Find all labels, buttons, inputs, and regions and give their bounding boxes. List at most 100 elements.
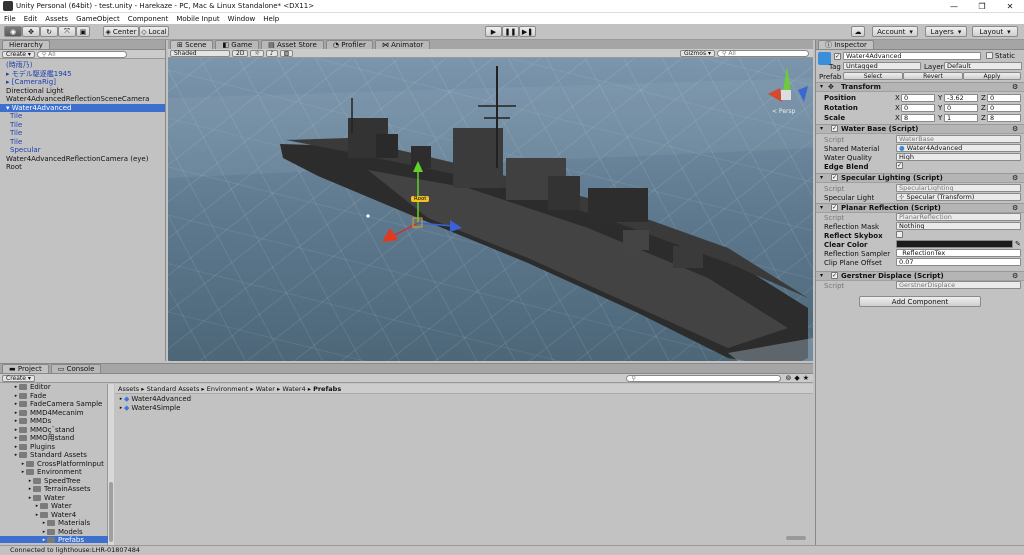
project-tree-item[interactable]: ▸ Water (0, 494, 108, 503)
gerstner-enabled-checkbox[interactable]: ✓ (831, 272, 838, 279)
pivot-local-button[interactable]: ◇ Local (139, 26, 169, 37)
rect-tool-button[interactable]: ▣ (76, 26, 90, 37)
component-gear-icon[interactable]: ⚙ (1012, 174, 1018, 182)
static-checkbox[interactable] (986, 52, 993, 59)
reflection-sampler-field[interactable]: _ReflectionTex (896, 249, 1021, 257)
breadcrumb-item[interactable]: Standard Assets (147, 385, 200, 393)
maximize-button[interactable]: ❐ (968, 2, 996, 11)
expand-arrow-icon[interactable]: ▾ (820, 174, 823, 181)
shading-dropdown[interactable]: Shaded (170, 49, 230, 57)
tab-project[interactable]: ▬ Project (2, 364, 49, 373)
transform-scl-field[interactable]: 8 (987, 114, 1021, 122)
clip-plane-field[interactable]: 0.07 (896, 258, 1021, 266)
hierarchy-item[interactable]: Tile (0, 129, 165, 138)
project-tree-item[interactable]: ▸ FadeCamera Sample (0, 400, 108, 409)
specular-header[interactable]: Specular Lighting (Script) (816, 173, 1024, 183)
hand-tool-button[interactable]: ◉ (4, 26, 22, 37)
menu-window[interactable]: Window (228, 15, 256, 23)
hierarchy-item[interactable]: Water4AdvancedReflectionCamera (eye) (0, 155, 165, 164)
hierarchy-item[interactable]: (時雨乃) (0, 61, 165, 70)
reflection-mask-dropdown[interactable]: Nothing (896, 222, 1021, 230)
breadcrumb-item[interactable]: Assets (118, 385, 139, 393)
project-tree-item[interactable]: ▸ CrossPlatformInput (0, 460, 108, 469)
component-gear-icon[interactable]: ⚙ (1012, 204, 1018, 212)
transform-pos-field[interactable]: -3.62 (944, 94, 978, 102)
asset-item[interactable]: ▸ ◆ Water4Advanced (118, 395, 191, 404)
expand-arrow-icon[interactable]: ▾ (820, 272, 823, 279)
breadcrumb-item[interactable]: Environment (207, 385, 249, 393)
hierarchy-create-button[interactable]: Create ▾ (2, 50, 35, 58)
effects-toggle[interactable]: ▨ (279, 49, 294, 57)
component-gear-icon[interactable]: ⚙ (1012, 272, 1018, 280)
shared-material-field[interactable]: ● Water4Advanced (896, 144, 1021, 152)
tab-animator[interactable]: ⋈ Animator (374, 40, 431, 49)
tab-hierarchy[interactable]: Hierarchy (2, 40, 50, 49)
transform-pos-field[interactable]: 0 (987, 94, 1021, 102)
project-create-button[interactable]: Create ▾ (2, 374, 35, 382)
tab-scene[interactable]: ⊞ Scene (170, 40, 214, 49)
prefab-apply-button[interactable]: Apply (963, 72, 1021, 80)
hierarchy-item-selected[interactable]: ▾ Water4Advanced (0, 103, 165, 112)
project-tree-item[interactable]: ▸ TerrainAssets (0, 485, 108, 494)
prefab-select-button[interactable]: Select (843, 72, 903, 80)
expand-arrow-icon[interactable]: ▾ (820, 83, 823, 90)
menu-assets[interactable]: Assets (45, 15, 68, 23)
hierarchy-item[interactable]: Tile (0, 112, 165, 121)
project-tree-item[interactable]: ▸ MMOç¨stand (0, 426, 108, 435)
clear-color-swatch[interactable] (896, 240, 1013, 248)
project-tree-item[interactable]: ▸ MMD4Mecanim (0, 409, 108, 418)
gerstner-header[interactable]: Gerstner Displace (Script) (816, 271, 1024, 281)
water-base-header[interactable]: Water Base (Script) (816, 124, 1024, 134)
step-button[interactable]: ▶❚ (519, 26, 536, 37)
project-search-input[interactable]: ⚲ (626, 374, 782, 382)
transform-rot-field[interactable]: 0 (987, 104, 1021, 112)
menu-gameobject[interactable]: GameObject (76, 15, 120, 23)
project-tree-item[interactable]: ▸ SpeedTree (0, 477, 108, 486)
expand-arrow-icon[interactable]: ▾ (820, 204, 823, 211)
project-tree-item[interactable]: ▸ Materials (0, 519, 108, 528)
favorite-icon[interactable]: ★ (803, 374, 809, 382)
project-tree-item[interactable]: ▸ MMO用stand (0, 434, 108, 443)
hierarchy-item[interactable]: Specular (0, 146, 165, 155)
layout-dropdown[interactable]: Layout ▾ (972, 26, 1018, 37)
breadcrumb-item[interactable]: Water4 (282, 385, 305, 393)
transform-rot-field[interactable]: 0 (944, 104, 978, 112)
layer-dropdown[interactable]: Default (944, 62, 1022, 70)
eyedropper-icon[interactable]: ✎ (1015, 240, 1021, 248)
project-tree-item[interactable]: ▸ Models (0, 528, 108, 537)
edge-blend-checkbox[interactable]: ✓ (896, 162, 903, 169)
mode-2d-button[interactable]: 2D (232, 49, 249, 57)
transform-header[interactable]: Transform (816, 82, 1024, 92)
water-base-script-field[interactable]: WaterBase (896, 135, 1021, 143)
tree-scrollbar-thumb[interactable] (109, 482, 113, 542)
project-tree-item[interactable]: ▸ Editor (0, 383, 108, 392)
object-name-field[interactable]: Water4Advanced (843, 52, 981, 60)
menu-edit[interactable]: Edit (24, 15, 38, 23)
transform-rot-field[interactable]: 0 (901, 104, 935, 112)
planar-header[interactable]: Planar Reflection (Script) (816, 203, 1024, 213)
breadcrumb-current[interactable]: Prefabs (313, 385, 341, 393)
close-button[interactable]: ✕ (996, 2, 1024, 11)
hierarchy-item[interactable]: Directional Light (0, 87, 165, 96)
specular-script-field[interactable]: SpecularLighting (896, 184, 1021, 192)
layers-dropdown[interactable]: Layers ▾ (925, 26, 967, 37)
tab-inspector[interactable]: ⓘ Inspector (818, 40, 874, 49)
menu-file[interactable]: File (4, 15, 16, 23)
planar-enabled-checkbox[interactable]: ✓ (831, 204, 838, 211)
water-base-enabled-checkbox[interactable]: ✓ (831, 125, 838, 132)
expand-arrow-icon[interactable]: ▾ (820, 125, 823, 132)
water-quality-dropdown[interactable]: High (896, 153, 1021, 161)
project-tree-item[interactable]: ▸ Water4 (0, 511, 108, 520)
transform-scl-field[interactable]: 8 (901, 114, 935, 122)
menu-component[interactable]: Component (128, 15, 169, 23)
hierarchy-search-input[interactable]: ⚲ All (36, 50, 127, 58)
hierarchy-item[interactable]: Water4AdvancedReflectionSceneCamera (0, 95, 165, 104)
scene-viewport[interactable]: < Persp Root (168, 50, 813, 361)
gerstner-script-field[interactable]: GerstnerDisplace (896, 281, 1021, 289)
project-tree-item[interactable]: ▸ Plugins (0, 443, 108, 452)
specular-light-field[interactable]: ⊹ Specular (Transform) (896, 193, 1021, 201)
hierarchy-item[interactable]: ▸ [CameraRig] (0, 78, 165, 87)
add-component-button[interactable]: Add Component (859, 296, 981, 307)
transform-scl-field[interactable]: 1 (944, 114, 978, 122)
project-tree-item[interactable]: ▸ Prefabs (0, 536, 108, 543)
